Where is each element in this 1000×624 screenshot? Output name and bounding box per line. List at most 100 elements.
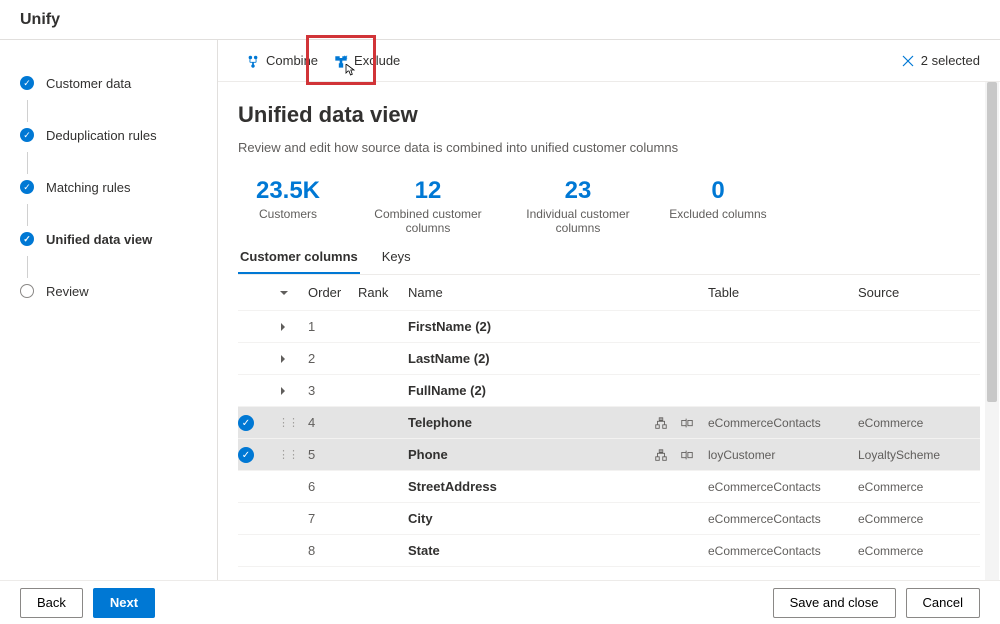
row-checkbox[interactable]: ✓ — [238, 414, 278, 432]
toolbar: Combine Exclude 2 selected — [218, 40, 1000, 82]
row-checkbox[interactable]: ✓ — [238, 446, 278, 464]
row-name: FirstName (2) — [408, 319, 608, 334]
row-order: 3 — [308, 383, 358, 398]
expand-chevron-icon[interactable] — [278, 354, 308, 364]
drag-grip-icon[interactable]: ⋮⋮ — [278, 416, 308, 429]
selection-count-label: 2 selected — [921, 53, 980, 68]
content-area: Unified data view Review and edit how so… — [218, 82, 1000, 580]
row-order: 7 — [308, 511, 358, 526]
step-connector — [27, 204, 207, 226]
row-name: Telephone — [408, 415, 608, 430]
col-order: Order — [308, 285, 358, 300]
table-row[interactable]: 7 City eCommerceContactseCommerce — [238, 503, 980, 535]
row-name: FullName (2) — [408, 383, 608, 398]
rename-icon[interactable] — [680, 416, 694, 430]
row-name: LastName (2) — [408, 351, 608, 366]
save-and-close-button[interactable]: Save and close — [773, 588, 896, 618]
circle-icon — [20, 284, 34, 298]
stat-label: Individual customer columns — [518, 207, 638, 235]
row-table: eCommerceContacts — [708, 416, 858, 430]
step-label: Matching rules — [46, 180, 131, 195]
stat-label: Excluded columns — [668, 207, 768, 221]
app-title: Unify — [20, 11, 60, 29]
table-row[interactable]: ✓⋮⋮5PhoneloyCustomerLoyaltyScheme — [238, 439, 980, 471]
row-name: City — [408, 511, 608, 526]
scrollbar[interactable] — [985, 82, 999, 580]
combine-label: Combine — [266, 53, 318, 68]
exclude-icon — [334, 54, 348, 68]
row-name: StreetAddress — [408, 479, 608, 494]
row-table: eCommerceContacts — [708, 544, 858, 558]
back-button[interactable]: Back — [20, 588, 83, 618]
row-order: 6 — [308, 479, 358, 494]
tabs: Customer columns Keys — [238, 241, 980, 275]
step-label: Review — [46, 284, 89, 299]
cancel-button[interactable]: Cancel — [906, 588, 980, 618]
page-title: Unified data view — [238, 102, 980, 128]
table-row[interactable]: 6StreetAddresseCommerceContactseCommerce — [238, 471, 980, 503]
stats-row: 23.5K Customers 12 Combined customer col… — [238, 177, 980, 235]
col-name: Name — [408, 285, 608, 300]
step-label: Unified data view — [46, 232, 152, 247]
row-source: eCommerce — [858, 480, 978, 494]
tab-customer-columns[interactable]: Customer columns — [238, 241, 360, 274]
combine-button[interactable]: Combine — [238, 47, 326, 74]
row-table: eCommerceContacts — [708, 512, 858, 526]
table-row[interactable]: 8 State eCommerceContactseCommerce — [238, 535, 980, 567]
row-name: Phone — [408, 447, 608, 462]
col-table: Table — [708, 285, 858, 300]
table-row[interactable]: 1FirstName (2) — [238, 311, 980, 343]
step-connector — [27, 256, 207, 278]
hierarchy-icon[interactable] — [654, 416, 668, 430]
row-source: eCommerce — [858, 512, 978, 526]
col-rank: Rank — [358, 285, 408, 300]
steps-sidebar: ✓ Customer data ✓ Deduplication rules ✓ … — [0, 40, 218, 580]
step-review[interactable]: Review — [20, 278, 207, 304]
stat-label: Combined customer columns — [368, 207, 488, 235]
row-order: 4 — [308, 415, 358, 430]
col-source: Source — [858, 285, 978, 300]
scrollbar-thumb[interactable] — [987, 82, 997, 402]
row-source: eCommerce — [858, 416, 978, 430]
page-subtitle: Review and edit how source data is combi… — [238, 140, 980, 155]
stat-individual: 23 Individual customer columns — [518, 177, 638, 235]
rename-icon[interactable] — [680, 448, 694, 462]
table-header: Order Rank Name Table Source — [238, 275, 980, 311]
row-source: eCommerce — [858, 544, 978, 558]
close-icon[interactable] — [901, 54, 915, 68]
step-deduplication[interactable]: ✓ Deduplication rules — [20, 122, 207, 148]
next-button[interactable]: Next — [93, 588, 155, 618]
expand-chevron-icon[interactable] — [278, 322, 308, 332]
exclude-label: Exclude — [354, 53, 400, 68]
check-icon: ✓ — [20, 180, 34, 194]
table-row[interactable]: 3 FullName (2) — [238, 375, 980, 407]
footer: Back Next Save and close Cancel — [0, 580, 1000, 624]
row-order: 2 — [308, 351, 358, 366]
selection-count[interactable]: 2 selected — [901, 53, 980, 68]
table-row[interactable]: ✓ ⋮⋮4 Telephone eCommerceContactseCommerce — [238, 407, 980, 439]
combine-icon — [246, 54, 260, 68]
check-icon: ✓ — [238, 415, 254, 431]
row-order: 8 — [308, 543, 358, 558]
table-body: 1FirstName (2) 2 LastName (2) 3 FullName (2)… — [238, 311, 980, 567]
exclude-button[interactable]: Exclude — [326, 47, 408, 74]
step-label: Deduplication rules — [46, 128, 157, 143]
stat-excluded: 0 Excluded columns — [668, 177, 768, 235]
step-customer-data[interactable]: ✓ Customer data — [20, 70, 207, 96]
sort-toggle[interactable] — [278, 287, 308, 299]
stat-value: 23 — [518, 177, 638, 205]
drag-grip-icon[interactable]: ⋮⋮ — [278, 448, 308, 461]
step-unified-view[interactable]: ✓ Unified data view — [20, 226, 207, 252]
hierarchy-icon[interactable] — [654, 448, 668, 462]
row-order: 5 — [308, 447, 358, 462]
stat-value: 12 — [368, 177, 488, 205]
step-matching[interactable]: ✓ Matching rules — [20, 174, 207, 200]
stat-value: 23.5K — [238, 177, 338, 205]
table-row[interactable]: 2 LastName (2) — [238, 343, 980, 375]
check-icon: ✓ — [238, 447, 254, 463]
tab-keys[interactable]: Keys — [380, 241, 413, 274]
expand-chevron-icon[interactable] — [278, 386, 308, 396]
app-header: Unify — [0, 0, 1000, 40]
row-table: loyCustomer — [708, 448, 858, 462]
row-name: State — [408, 543, 608, 558]
